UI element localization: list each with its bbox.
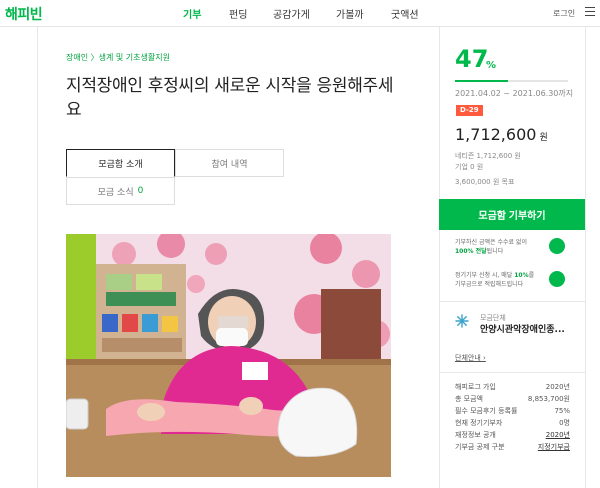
nav-item-store[interactable]: 공감가게 (273, 6, 310, 21)
stat-row: 기부금 공제 구분 지정기부금 (455, 441, 570, 453)
stat-value: 75% (554, 407, 570, 415)
coin-stack-icon (549, 238, 565, 254)
stat-value: 8,853,700원 (527, 395, 570, 403)
campaign-photo-illustration (66, 234, 391, 477)
stat-label: 현재 정기기부자 (455, 419, 503, 427)
org-stats: 해피로그 가입 2020년 총 모금액 8,853,700원 필수 모금후기 등록률… (455, 381, 570, 453)
deduction-type-link[interactable]: 지정기부금 (538, 441, 570, 453)
stat-row: 필수 모금후기 등록률 75% (455, 405, 570, 417)
nav-item-visit[interactable]: 가볼까 (336, 6, 364, 21)
fee-info-highlight: 100% 전달 (455, 248, 487, 255)
stat-row: 재정정보 공개 2020년 (455, 429, 570, 441)
sidebar-separator-2 (439, 372, 585, 373)
raised-amount: 1,712,600 원 (455, 125, 548, 144)
happybean-logo[interactable]: 해피빈 (5, 4, 43, 24)
nav-item-donate[interactable]: 기부 (183, 6, 201, 21)
top-navigation: 해피빈 기부 펀딩 공감가게 가볼까 굿액션 로그인 (0, 0, 600, 27)
funding-percent-sign: % (486, 60, 497, 71)
campaign-period: 2021.04.02 ~ 2021.06.30까지 (455, 89, 574, 98)
snowflake-icon (455, 314, 469, 328)
org-info-link[interactable]: 단체안내 › (455, 353, 486, 363)
stat-label: 총 모금액 (455, 395, 483, 403)
left-divider (37, 27, 38, 488)
login-link[interactable]: 로그인 (553, 8, 575, 19)
stat-label: 재정정보 공개 (455, 431, 496, 439)
dday-badge: D-29 (456, 105, 483, 116)
tab-news-label: 모금 소식 (97, 187, 134, 198)
funding-percent: 47 (455, 45, 489, 73)
category-breadcrumb[interactable]: 장애인 〉생계 및 기초생활지원 (66, 52, 170, 63)
funding-progress-fill (455, 80, 509, 82)
tab-intro-label: 모금함 소개 (98, 159, 143, 170)
stat-label: 기부금 공제 구분 (455, 443, 505, 451)
stat-value: 2020년 (545, 383, 570, 391)
stat-row: 총 모금액 8,853,700원 (455, 393, 570, 405)
stat-row: 현재 정기기부자 0명 (455, 417, 570, 429)
company-amount: 기업 0 원 (455, 163, 484, 171)
tab-news[interactable]: 모금 소식 0 (66, 177, 175, 205)
regular-info-a: 정기기부 신청 시, 매달 (455, 272, 515, 279)
tab-history[interactable]: 참여 내역 (175, 149, 284, 177)
campaign-tabs: 모금함 소개 참여 내역 모금 소식 0 (66, 149, 284, 206)
stat-label: 해피로그 가입 (455, 383, 496, 391)
stat-value: 0명 (559, 419, 570, 427)
menu-icon[interactable] (585, 7, 595, 17)
nav-item-funding[interactable]: 펀딩 (229, 6, 247, 21)
sidebar-divider (439, 27, 440, 488)
netizen-amount: 네티즌 1,712,600 원 (455, 152, 521, 160)
stat-label: 필수 모금후기 등록률 (455, 407, 518, 415)
fee-info-rest: 됩니다 (486, 248, 504, 255)
raised-amount-value: 1,712,600 (455, 125, 537, 144)
raised-amount-unit: 원 (539, 133, 548, 143)
org-name[interactable]: 안양시관악장애인종... (480, 322, 565, 335)
funding-progress-bar (455, 80, 568, 82)
stat-row: 해피로그 가입 2020년 (455, 381, 570, 393)
regular-info-highlight: 10% (514, 272, 529, 279)
tab-news-count: 0 (137, 186, 144, 196)
donate-button[interactable]: 모금함 기부하기 (439, 199, 585, 230)
right-divider (585, 27, 586, 488)
campaign-title: 지적장애인 후정씨의 새로운 시작을 응원해주세요 (66, 76, 394, 120)
campaign-photo (66, 234, 391, 477)
tab-intro[interactable]: 모금함 소개 (66, 149, 175, 177)
regular-donation-icon (549, 271, 565, 287)
regular-info-b: 를 (528, 272, 535, 279)
nav-item-goodaction[interactable]: 굿액션 (391, 6, 419, 21)
sidebar-separator (439, 301, 585, 302)
goal-amount: 3,600,000 원 목표 (455, 178, 515, 186)
financial-info-link[interactable]: 2020년 (546, 429, 570, 441)
tab-history-label: 참여 내역 (211, 159, 248, 170)
